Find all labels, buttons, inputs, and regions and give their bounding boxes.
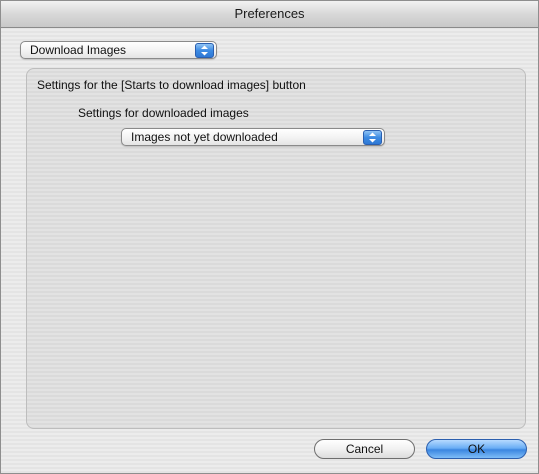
cancel-button[interactable]: Cancel	[314, 439, 415, 459]
category-popup-value: Download Images	[30, 43, 127, 57]
ok-button[interactable]: OK	[426, 439, 527, 459]
popup-arrows-icon	[195, 43, 214, 58]
downloaded-images-popup-value: Images not yet downloaded	[131, 130, 278, 144]
preferences-window: Preferences Download Images Settings for…	[0, 0, 539, 474]
category-popup[interactable]: Download Images	[20, 41, 217, 59]
settings-button-label: Settings for the [Starts to download ima…	[37, 78, 306, 92]
window-titlebar[interactable]: Preferences	[1, 1, 538, 28]
settings-images-label: Settings for downloaded images	[78, 106, 249, 120]
window-title: Preferences	[234, 6, 305, 21]
settings-group-box	[26, 68, 526, 429]
downloaded-images-popup[interactable]: Images not yet downloaded	[121, 128, 385, 146]
popup-arrows-icon	[363, 130, 382, 145]
